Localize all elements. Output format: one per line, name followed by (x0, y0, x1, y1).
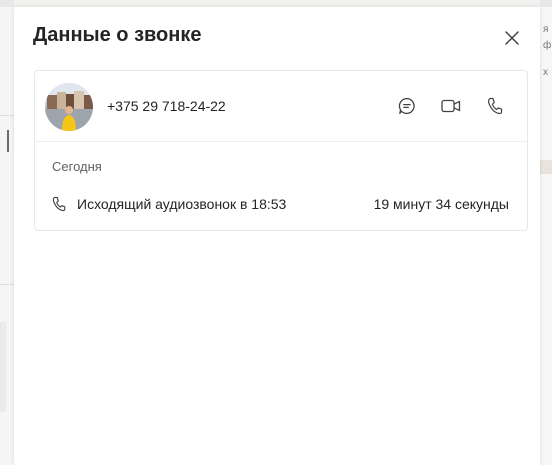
close-icon (505, 31, 519, 45)
call-details-card: +375 29 718-24-22 Сегодня Исходящий ауди… (34, 70, 528, 231)
chat-button[interactable] (396, 95, 418, 117)
call-details-panel: Данные о звонке +375 29 718-24-22 Сегодн… (14, 7, 540, 465)
background-divider (0, 284, 14, 285)
call-duration: 19 минут 34 секунды (373, 196, 509, 212)
background-top-bar (0, 0, 14, 7)
chat-icon (398, 97, 415, 115)
contact-header: +375 29 718-24-22 (35, 71, 527, 142)
section-label-today: Сегодня (52, 159, 102, 174)
close-button[interactable] (502, 28, 522, 48)
background-app-left-edge (0, 0, 14, 465)
avatar-photo (45, 83, 93, 131)
phone-icon (487, 97, 503, 115)
audio-call-button[interactable] (484, 95, 506, 117)
video-camera-icon (441, 99, 461, 113)
call-history-row: Исходящий аудиозвонок в 18:53 19 минут 3… (35, 193, 527, 215)
avatar[interactable] (45, 83, 93, 131)
panel-title: Данные о звонке (33, 24, 202, 46)
contact-phone-number[interactable]: +375 29 718-24-22 (107, 98, 226, 114)
background-app-right-edge: я ф х (540, 0, 552, 465)
phone-icon (52, 196, 66, 212)
background-divider (0, 115, 14, 116)
background-scroll-marker (7, 130, 9, 152)
background-glyph: ф (543, 40, 552, 51)
background-card-edge (0, 322, 6, 412)
background-glyph: я (543, 24, 549, 35)
background-top-bar (540, 0, 552, 7)
background-glyph: х (543, 67, 548, 78)
call-description: Исходящий аудиозвонок в 18:53 (77, 196, 287, 212)
background-highlight-bar (540, 160, 552, 174)
video-call-button[interactable] (440, 95, 462, 117)
